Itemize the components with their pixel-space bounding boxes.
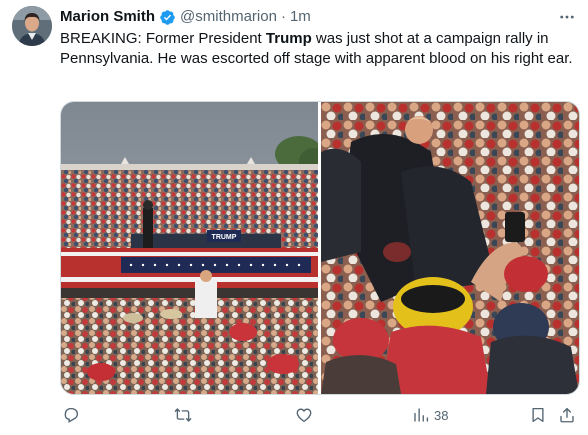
- tweet-media[interactable]: TRUMP: [60, 101, 580, 395]
- tweet-text: BREAKING: Former President Trump was jus…: [60, 29, 580, 69]
- share-button[interactable]: [558, 402, 576, 428]
- timestamp[interactable]: 1m: [290, 7, 311, 27]
- like-button[interactable]: [295, 402, 313, 428]
- tweet-text-bold: Trump: [265, 30, 312, 47]
- like-icon: [295, 406, 313, 424]
- tweet-actions: 38: [60, 402, 580, 428]
- retweet-icon: [174, 406, 192, 424]
- tweet-header: Marion Smith @smithmarion · 1m: [60, 7, 558, 27]
- tweet: Marion Smith @smithmarion · 1m BREAKING:…: [0, 0, 588, 435]
- more-icon[interactable]: [556, 6, 578, 28]
- reply-button[interactable]: [62, 402, 80, 428]
- avatar[interactable]: [12, 6, 52, 46]
- views-count: 38: [434, 407, 449, 423]
- separator-dot: ·: [280, 8, 286, 25]
- escorted-off-stage-photo[interactable]: [321, 102, 579, 394]
- stage-sign-text: TRUMP: [212, 234, 237, 241]
- author-handle[interactable]: @smithmarion: [180, 7, 277, 27]
- bookmark-button[interactable]: [529, 402, 547, 428]
- tweet-text-prefix: BREAKING: Former President: [60, 30, 266, 47]
- rally-stage-photo[interactable]: TRUMP: [61, 102, 318, 394]
- verified-badge-icon: [159, 9, 176, 26]
- views-icon: [412, 406, 430, 424]
- retweet-button[interactable]: [174, 402, 192, 428]
- bookmark-icon: [529, 406, 547, 424]
- views-button[interactable]: 38: [412, 402, 448, 428]
- reply-icon: [62, 406, 80, 424]
- share-icon: [558, 406, 576, 424]
- author-name[interactable]: Marion Smith: [60, 7, 155, 27]
